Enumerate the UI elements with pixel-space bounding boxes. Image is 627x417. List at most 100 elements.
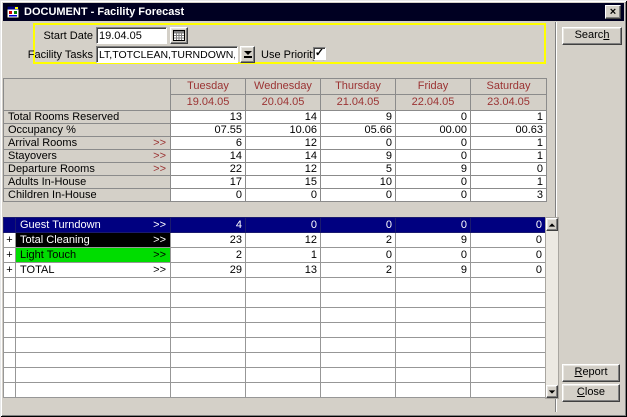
empty-cell[interactable] (321, 308, 396, 323)
empty-cell[interactable] (321, 353, 396, 368)
empty-cell[interactable] (471, 308, 546, 323)
scroll-up-button[interactable] (546, 218, 558, 231)
facility-tasks-lov-button[interactable] (240, 46, 255, 63)
empty-cell[interactable] (471, 383, 546, 398)
cell[interactable]: 0 (471, 218, 546, 233)
empty-table-row[interactable] (4, 323, 546, 338)
empty-cell[interactable] (171, 383, 246, 398)
empty-cell[interactable] (396, 383, 471, 398)
empty-cell[interactable] (246, 383, 321, 398)
empty-cell[interactable] (396, 353, 471, 368)
expand-marker[interactable] (4, 218, 16, 233)
empty-cell[interactable] (246, 353, 321, 368)
empty-table-row[interactable] (4, 278, 546, 293)
expand-marker[interactable]: + (4, 233, 16, 248)
cell[interactable]: 4 (171, 218, 246, 233)
empty-cell[interactable] (321, 383, 396, 398)
drilldown-arrow[interactable]: >> (153, 150, 166, 162)
empty-cell[interactable] (16, 368, 171, 383)
empty-cell[interactable] (4, 338, 16, 353)
empty-cell[interactable] (321, 368, 396, 383)
cell[interactable]: 0 (396, 218, 471, 233)
empty-cell[interactable] (16, 338, 171, 353)
calendar-button[interactable] (170, 27, 188, 44)
empty-cell[interactable] (171, 308, 246, 323)
cell[interactable]: 0 (321, 248, 396, 263)
row-label[interactable]: Total Cleaning>> (16, 233, 171, 248)
drilldown-arrow[interactable]: >> (153, 263, 166, 277)
empty-cell[interactable] (171, 278, 246, 293)
empty-cell[interactable] (4, 368, 16, 383)
facility-tasks-input[interactable] (96, 46, 238, 63)
empty-cell[interactable] (16, 353, 171, 368)
cell[interactable]: 0 (396, 248, 471, 263)
table-row-selected[interactable]: Guest Turndown>> 4 0 0 0 0 (4, 218, 546, 233)
table-row[interactable]: + Total Cleaning>> 23 12 2 9 0 (4, 233, 546, 248)
tasks-scrollbar[interactable] (545, 217, 559, 399)
empty-table-row[interactable] (4, 383, 546, 398)
cell[interactable]: 29 (171, 263, 246, 278)
cell[interactable]: 0 (471, 233, 546, 248)
cell[interactable]: 1 (246, 248, 321, 263)
table-row[interactable]: + Light Touch>> 2 1 0 0 0 (4, 248, 546, 263)
row-label[interactable]: TOTAL>> (16, 263, 171, 278)
empty-table-row[interactable] (4, 338, 546, 353)
empty-cell[interactable] (396, 308, 471, 323)
empty-cell[interactable] (246, 323, 321, 338)
empty-cell[interactable] (396, 278, 471, 293)
cell[interactable]: 0 (471, 248, 546, 263)
empty-cell[interactable] (396, 293, 471, 308)
empty-cell[interactable] (4, 278, 16, 293)
empty-cell[interactable] (16, 308, 171, 323)
cell[interactable]: 2 (321, 263, 396, 278)
empty-cell[interactable] (171, 338, 246, 353)
empty-cell[interactable] (4, 308, 16, 323)
empty-cell[interactable] (246, 368, 321, 383)
empty-table-row[interactable] (4, 353, 546, 368)
drilldown-arrow[interactable]: >> (153, 233, 166, 247)
empty-cell[interactable] (471, 353, 546, 368)
start-date-input[interactable] (96, 27, 167, 44)
empty-cell[interactable] (171, 353, 246, 368)
cell[interactable]: 0 (246, 218, 321, 233)
close-button[interactable]: Close (562, 384, 620, 402)
empty-cell[interactable] (246, 278, 321, 293)
cell[interactable]: 2 (321, 233, 396, 248)
window-close-button[interactable]: × (605, 5, 621, 19)
empty-cell[interactable] (471, 278, 546, 293)
scroll-down-button[interactable] (546, 385, 558, 398)
empty-cell[interactable] (471, 338, 546, 353)
empty-cell[interactable] (171, 368, 246, 383)
table-row[interactable]: + TOTAL>> 29 13 2 9 0 (4, 263, 546, 278)
empty-cell[interactable] (321, 338, 396, 353)
cell[interactable]: 2 (171, 248, 246, 263)
empty-table-row[interactable] (4, 293, 546, 308)
empty-cell[interactable] (16, 293, 171, 308)
empty-cell[interactable] (471, 368, 546, 383)
empty-cell[interactable] (396, 368, 471, 383)
empty-cell[interactable] (246, 338, 321, 353)
empty-cell[interactable] (471, 323, 546, 338)
empty-cell[interactable] (321, 323, 396, 338)
drilldown-arrow[interactable]: >> (153, 218, 166, 232)
empty-cell[interactable] (471, 293, 546, 308)
cell[interactable]: 0 (471, 263, 546, 278)
cell[interactable]: 23 (171, 233, 246, 248)
empty-cell[interactable] (246, 308, 321, 323)
row-label[interactable]: Guest Turndown>> (16, 218, 171, 233)
drilldown-arrow[interactable]: >> (153, 248, 166, 262)
expand-marker[interactable]: + (4, 263, 16, 278)
drilldown-arrow[interactable]: >> (153, 163, 166, 175)
cell[interactable]: 9 (396, 263, 471, 278)
empty-cell[interactable] (16, 323, 171, 338)
use-priority-checkbox[interactable]: ✓ (313, 47, 326, 60)
cell[interactable]: 9 (396, 233, 471, 248)
cell[interactable]: 12 (246, 233, 321, 248)
empty-cell[interactable] (16, 383, 171, 398)
expand-marker[interactable]: + (4, 248, 16, 263)
empty-cell[interactable] (246, 293, 321, 308)
cell[interactable]: 13 (246, 263, 321, 278)
empty-cell[interactable] (171, 323, 246, 338)
empty-cell[interactable] (321, 293, 396, 308)
report-button[interactable]: Report (562, 364, 620, 382)
